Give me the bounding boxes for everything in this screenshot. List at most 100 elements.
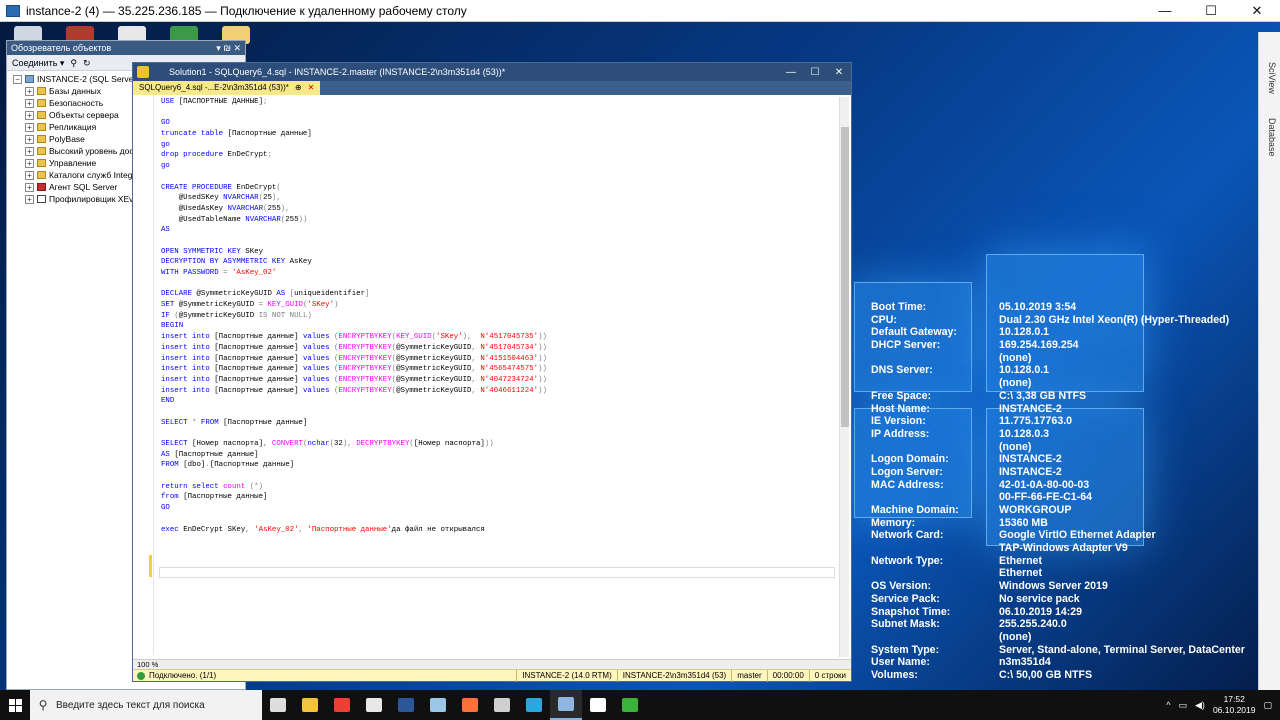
bginfo-value: Windows Server 2019 <box>999 580 1108 593</box>
bginfo-value: (none) <box>999 440 1032 453</box>
object-explorer-title: Обозреватель объектов <box>11 43 112 53</box>
code-token: 'SKey' <box>307 301 335 310</box>
taskbar-search[interactable]: ⚲ Введите здесь текст для поиска <box>30 690 262 720</box>
bginfo-row: IE Version: 11.775.17763.0 <box>871 415 1271 428</box>
expand-icon[interactable]: + <box>25 122 34 132</box>
bginfo-row: Network Card: Google VirtIO Ethernet Adap… <box>871 529 1271 542</box>
taskbar-app-button[interactable] <box>614 690 646 720</box>
expand-icon[interactable]: + <box>25 170 34 180</box>
notifications-icon[interactable]: ▢ <box>1263 700 1272 711</box>
code-line: insert into [Паспортные данные] values (… <box>161 354 547 365</box>
current-line-highlight <box>159 567 835 578</box>
code-token: truncate table <box>161 130 228 139</box>
taskbar: ⚲ Введите здесь текст для поиска ^ ▭ ◀) … <box>0 690 1280 720</box>
taskbar-app-button[interactable] <box>294 690 326 720</box>
taskbar-clock[interactable]: 17:52 06.10.2019 <box>1213 694 1256 716</box>
bginfo-row: Ethernet <box>871 567 1271 580</box>
ssms-minimize-button[interactable]: — <box>779 67 803 78</box>
code-token: ), <box>462 333 481 342</box>
bginfo-value: (none) <box>999 351 1032 364</box>
folder-icon <box>37 147 46 155</box>
code-token: IS NOT NULL) <box>258 311 312 320</box>
minimize-button[interactable]: — <box>1142 0 1188 22</box>
code-token: [Паспортные данные] <box>227 130 312 139</box>
editor-vertical-scrollbar[interactable] <box>839 97 849 657</box>
code-token: values <box>302 365 334 374</box>
code-token: ENCRYPTBYKEY <box>338 365 392 374</box>
zoom-select[interactable]: 100 % <box>137 660 158 669</box>
filter-icon[interactable]: ⚲ <box>70 55 77 70</box>
bginfo-row: Subnet Mask: 255.255.240.0 <box>871 618 1271 631</box>
code-line: END <box>161 396 547 407</box>
folder-icon <box>37 159 46 167</box>
terminal-icon <box>622 698 638 712</box>
code-token: ( <box>276 183 281 192</box>
sql-code[interactable]: USE [ПАСПОРТНЫЕ ДАННЫЕ]; GO truncate tabl… <box>161 97 547 546</box>
scrollbar-thumb[interactable] <box>841 127 849 427</box>
taskbar-app-button[interactable] <box>262 690 294 720</box>
code-token: uniqueidentifier <box>294 290 366 299</box>
pin-icon[interactable]: ⊕ <box>295 81 302 95</box>
tab-query[interactable]: SQLQuery6_4.sql -...E-2\n3m351d4 (53))* … <box>133 81 321 95</box>
bginfo-label <box>871 567 999 580</box>
panel-controls[interactable]: ▾ ₪ ✕ <box>216 41 245 55</box>
bginfo-row: Boot Time: 05.10.2019 3:54 <box>871 301 1271 314</box>
expand-icon[interactable]: + <box>25 194 34 204</box>
tree-node-label: Управление <box>49 158 97 168</box>
tab-close-icon[interactable]: ✕ <box>308 81 315 95</box>
taskbar-app-button[interactable] <box>390 690 422 720</box>
taskbar-app-button[interactable] <box>358 690 390 720</box>
connected-icon <box>137 671 145 680</box>
tray-chevron-icon[interactable]: ^ <box>1166 700 1170 710</box>
box-icon <box>366 698 382 712</box>
ssms-maximize-button[interactable]: ☐ <box>803 67 827 78</box>
bginfo-label: IE Version: <box>871 415 926 428</box>
volume-icon[interactable]: ◀) <box>1195 700 1205 711</box>
taskbar-app-button[interactable] <box>486 690 518 720</box>
sciview-tab[interactable]: SciView <box>1263 62 1277 94</box>
code-line: SELECT [Номер паспорта], CONVERT(nchar(3… <box>161 439 547 450</box>
code-line: insert into [Паспортные данные] values (… <box>161 364 547 375</box>
refresh-icon[interactable]: ↻ <box>83 55 91 70</box>
bginfo-value: No service pack <box>999 592 1080 605</box>
expand-icon[interactable]: + <box>25 146 34 156</box>
code-token: @UsedAsKey <box>161 204 228 213</box>
code-line: USE [ПАСПОРТНЫЕ ДАННЫЕ]; <box>161 97 547 108</box>
expand-icon[interactable]: + <box>25 134 34 144</box>
code-line: BEGIN <box>161 321 547 332</box>
taskbar-app-button[interactable] <box>582 690 614 720</box>
expand-icon[interactable]: + <box>25 158 34 168</box>
code-token: values <box>302 333 334 342</box>
start-button[interactable] <box>0 690 30 720</box>
code-token: EnDeCrypt <box>236 183 277 192</box>
collapse-icon[interactable]: − <box>13 74 22 84</box>
code-token: ENCRYPTBYKEY <box>338 333 392 342</box>
chrome-icon <box>334 698 350 712</box>
bginfo-row: Free Space: C:\ 3,38 GB NTFS <box>871 390 1271 403</box>
code-line: IF (@SymmetricKeyGUID IS NOT NULL) <box>161 311 547 322</box>
bginfo-label: System Type: <box>871 643 940 656</box>
expand-icon[interactable]: + <box>25 182 34 192</box>
code-token: CONVERT <box>271 440 303 448</box>
expand-icon[interactable]: + <box>25 110 34 120</box>
connect-button[interactable]: Соединить ▾ <box>12 55 64 70</box>
code-line: go <box>161 161 547 172</box>
database-tab[interactable]: Database <box>1263 118 1277 157</box>
taskbar-app-button[interactable] <box>422 690 454 720</box>
query-editor[interactable]: USE [ПАСПОРТНЫЕ ДАННЫЕ]; GO truncate tabl… <box>133 95 851 659</box>
ssms-close-button[interactable]: ✕ <box>827 67 851 78</box>
taskbar-app-button[interactable] <box>326 690 358 720</box>
network-icon[interactable]: ▭ <box>1179 700 1188 711</box>
agent-icon <box>37 183 46 191</box>
taskbar-app-button[interactable] <box>518 690 550 720</box>
code-line: WITH PASSWORD = 'AsKey_02' <box>161 268 547 279</box>
close-button[interactable]: ✕ <box>1234 0 1280 22</box>
maximize-button[interactable]: ☐ <box>1188 0 1234 22</box>
taskbar-app-button[interactable] <box>550 690 582 720</box>
code-token: END <box>161 397 175 406</box>
bginfo-label: OS Version: <box>871 580 932 593</box>
expand-icon[interactable]: + <box>25 98 34 108</box>
taskbar-app-button[interactable] <box>454 690 486 720</box>
expand-icon[interactable]: + <box>25 86 34 96</box>
